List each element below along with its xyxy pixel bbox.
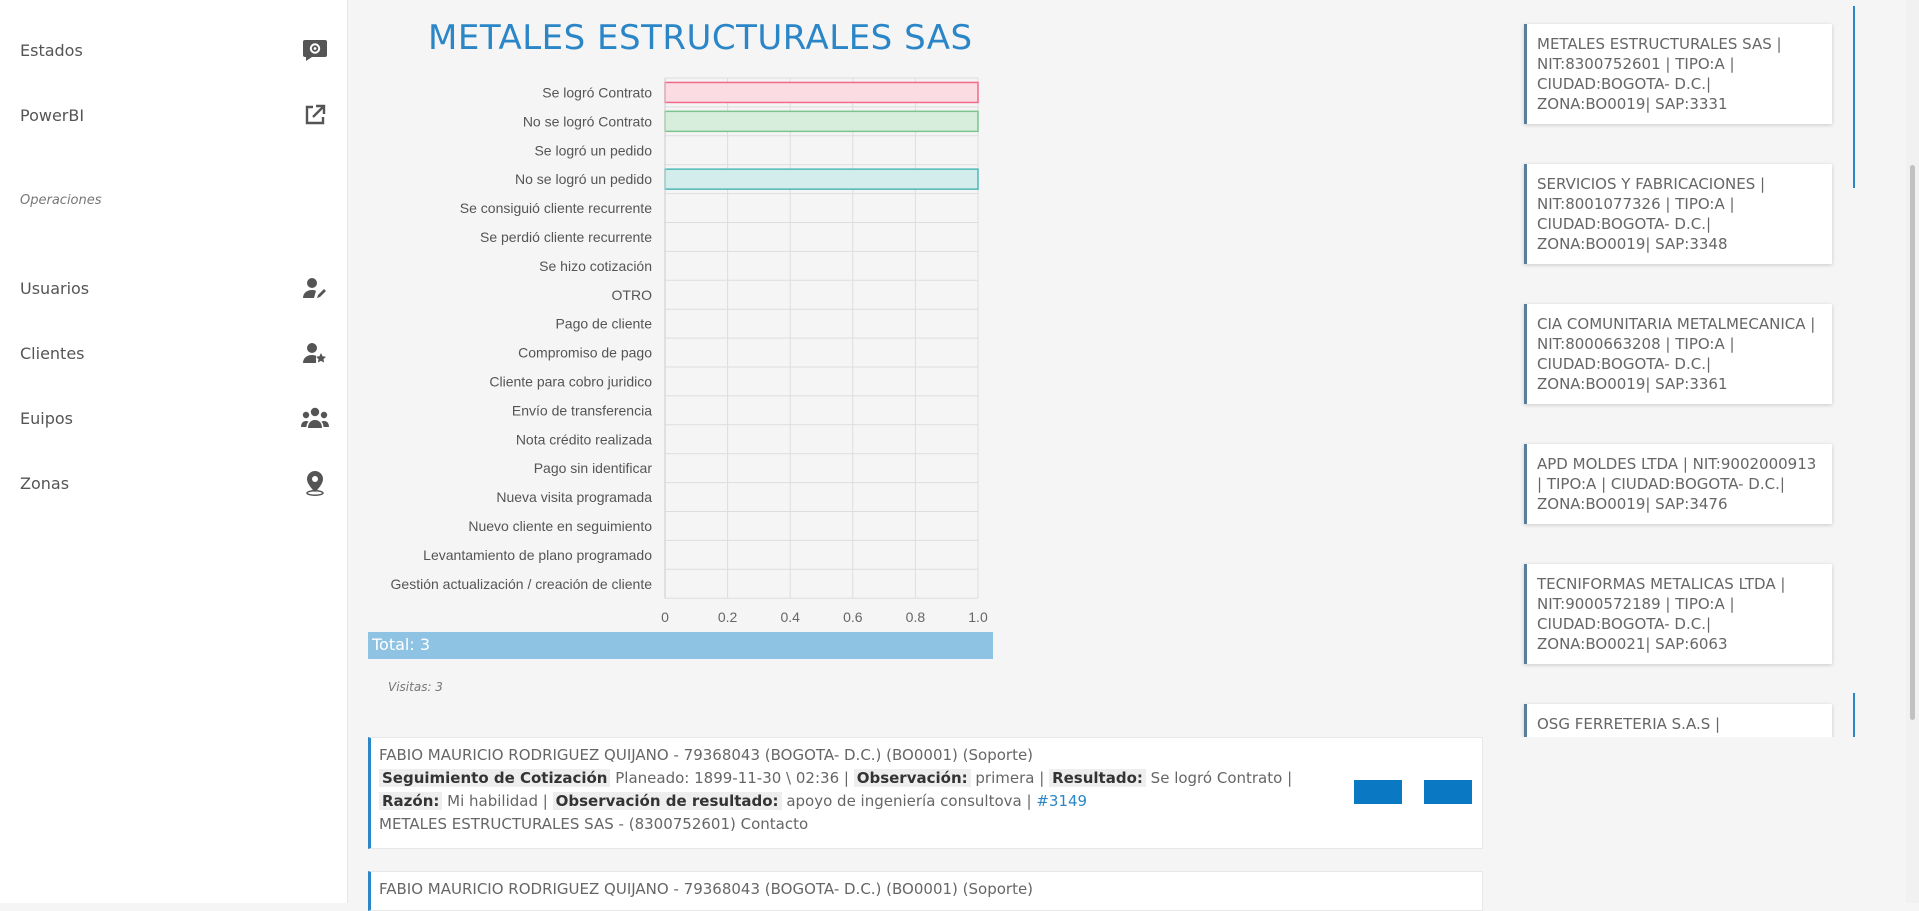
visit-details: Seguimiento de Cotización Planeado: 1899… <box>379 767 1329 813</box>
sidebar-item-usuarios[interactable]: Usuarios <box>20 268 330 308</box>
y-category-label: Pago de cliente <box>555 316 652 332</box>
result-observation-label: Observación de resultado: <box>552 792 782 810</box>
reason-value: Mi habilidad | <box>447 792 548 810</box>
y-category-label: Nueva visita programada <box>496 489 652 505</box>
x-tick-label: 0.4 <box>780 609 800 625</box>
x-tick-label: 0.6 <box>843 609 863 625</box>
result-observation-value: apoyo de ingeniería consultova | <box>786 792 1032 810</box>
visits-count: Visitas: 3 <box>388 680 443 694</box>
external-link-icon <box>300 100 330 130</box>
visit-actions <box>1354 780 1472 804</box>
client-list-accent <box>1853 6 1855 188</box>
chart-bar <box>664 168 979 190</box>
y-category-label: OTRO <box>612 287 653 303</box>
client-card[interactable]: OSG FERRETERIA S.A.S | <box>1524 704 1832 737</box>
client-card[interactable]: SERVICIOS Y FABRICACIONES | NIT:80010773… <box>1524 164 1832 264</box>
result-label: Resultado: <box>1049 769 1146 787</box>
sidebar-item-label: Clientes <box>20 343 85 363</box>
edit-visit-button[interactable] <box>1354 780 1402 804</box>
page-scrollbar[interactable] <box>1906 0 1919 903</box>
sidebar-item-zonas[interactable]: Zonas <box>20 463 330 503</box>
visit-header: FABIO MAURICIO RODRIGUEZ QUIJANO - 79368… <box>379 880 1034 898</box>
visit-id-link[interactable]: #3149 <box>1036 792 1087 810</box>
y-category-label: Compromiso de pago <box>518 345 652 361</box>
results-chart: 0 0.2 0.4 0.6 0.8 1.0 Se logró Contrato No se l… <box>348 70 1008 630</box>
users-group-icon <box>300 403 330 433</box>
y-category-label: Se logró Contrato <box>542 84 652 100</box>
client-card[interactable]: CIA COMUNITARIA METALMECANICA | NIT:8000… <box>1524 304 1832 404</box>
y-category-label: Envío de transferencia <box>512 402 652 418</box>
sidebar: Estados PowerBI Operaciones Usuarios Cli… <box>0 0 348 903</box>
visit-planned: Planeado: 1899-11-30 \ 02:36 | <box>615 769 849 787</box>
visit-type: Seguimiento de Cotización <box>379 769 611 787</box>
sidebar-item-powerbi[interactable]: PowerBI <box>20 95 330 135</box>
client-card[interactable]: TECNIFORMAS METALICAS LTDA | NIT:9000572… <box>1524 564 1832 664</box>
y-category-label: Nota crédito realizada <box>516 431 652 447</box>
client-card[interactable]: APD MOLDES LTDA | NIT:9002000913 | TIPO:… <box>1524 444 1832 524</box>
sidebar-item-clientes[interactable]: Clientes <box>20 333 330 373</box>
observation-label: Observación: <box>853 769 971 787</box>
user-star-icon <box>300 338 330 368</box>
total-summary: Total: 3 <box>368 632 993 659</box>
reason-label: Razón: <box>379 792 443 810</box>
y-category-label: Se hizo cotización <box>539 258 652 274</box>
delete-visit-button[interactable] <box>1424 780 1472 804</box>
chart-bar <box>664 81 979 104</box>
visit-card[interactable]: FABIO MAURICIO RODRIGUEZ QUIJANO - 79368… <box>368 871 1483 911</box>
client-list: METALES ESTRUCTURALES SAS | NIT:83007526… <box>1520 0 1860 737</box>
sidebar-item-label: Estados <box>20 40 83 60</box>
y-category-label: Levantamiento de plano programado <box>423 547 652 563</box>
chart-bar <box>664 110 979 133</box>
y-category-label: Nuevo cliente en seguimiento <box>468 518 652 534</box>
y-category-label: Se perdió cliente recurrente <box>480 229 652 245</box>
y-category-label: Pago sin identificar <box>534 460 653 476</box>
scrollbar-thumb[interactable] <box>1910 165 1915 720</box>
sidebar-item-label: PowerBI <box>20 105 85 125</box>
y-category-label: Gestión actualización / creación de clie… <box>391 576 653 592</box>
y-category-label: Se consiguió cliente recurrente <box>460 200 652 216</box>
visit-client: METALES ESTRUCTURALES SAS - (8300752601)… <box>379 815 809 833</box>
sidebar-item-label: Usuarios <box>20 278 90 298</box>
x-tick-label: 0 <box>661 609 669 625</box>
sidebar-item-label: Euipos <box>20 408 73 428</box>
nav-section-operaciones: Operaciones <box>20 193 102 208</box>
chat-gear-icon <box>300 35 330 65</box>
map-pin-icon <box>300 468 330 498</box>
observation-value: primera | <box>975 769 1045 787</box>
client-card[interactable]: METALES ESTRUCTURALES SAS | NIT:83007526… <box>1524 24 1832 124</box>
x-tick-label: 0.2 <box>718 609 738 625</box>
sidebar-item-label: Zonas <box>20 473 70 493</box>
sidebar-item-euipos[interactable]: Euipos <box>20 398 330 438</box>
visit-card[interactable]: FABIO MAURICIO RODRIGUEZ QUIJANO - 79368… <box>368 737 1483 849</box>
main-content: METALES ESTRUCTURALES SAS 0 0.2 0.4 0.6 0.8 1… <box>348 0 1508 911</box>
visit-header: FABIO MAURICIO RODRIGUEZ QUIJANO - 79368… <box>379 746 1034 764</box>
y-category-label: No se logró Contrato <box>523 113 652 129</box>
results-bar-chart: 0 0.2 0.4 0.6 0.8 1.0 Se logró Contrato No se l… <box>391 77 988 625</box>
y-category-label: Se logró un pedido <box>534 142 652 158</box>
result-value: Se logró Contrato | <box>1150 769 1293 787</box>
client-list-accent <box>1853 693 1855 737</box>
x-tick-label: 1.0 <box>968 609 988 625</box>
page-title: METALES ESTRUCTURALES SAS <box>428 18 973 58</box>
user-edit-icon <box>300 273 330 303</box>
y-category-label: No se logró un pedido <box>515 171 652 187</box>
x-tick-label: 0.8 <box>906 609 926 625</box>
sidebar-item-estados[interactable]: Estados <box>20 30 330 70</box>
y-category-label: Cliente para cobro juridico <box>489 373 652 389</box>
